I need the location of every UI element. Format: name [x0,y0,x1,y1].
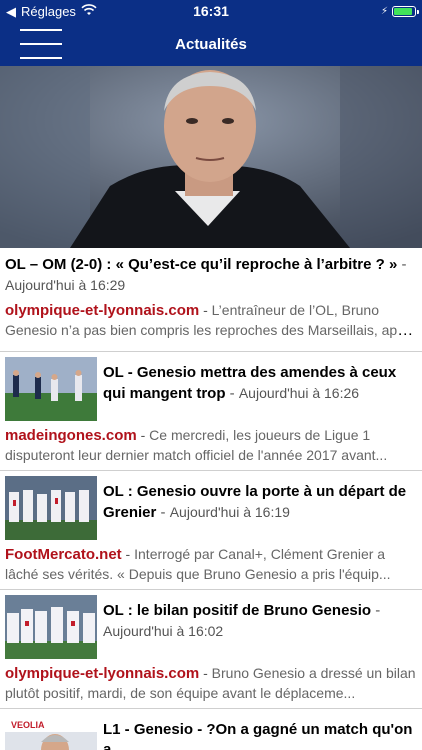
news-item[interactable]: OL : Genesio ouvre la porte à un départ … [0,472,422,590]
news-item[interactable]: VEOLIA L1 - Genesio - ?On a gagné un mat… [0,710,422,750]
featured-article-time: Aujourd'hui à 16:29 [5,277,126,293]
news-thumbnail [5,357,97,421]
back-chevron-icon[interactable]: ◀ [6,5,16,18]
news-thumbnail: VEOLIA [5,716,97,750]
hamburger-menu-icon[interactable] [20,29,62,59]
featured-article-headline[interactable]: OL – OM (2-0) : « Qu’est-ce qu’il reproc… [5,254,417,296]
featured-article-image[interactable] [0,66,422,248]
featured-article-source: olympique-et-lyonnais.com [5,302,200,319]
news-item-title: L1 - Genesio - ?On a gagné un match qu'o… [103,721,413,750]
featured-article[interactable]: OL – OM (2-0) : « Qu’est-ce qu’il reproc… [0,248,422,352]
news-item-source: madeingones.com [5,427,137,444]
status-bar: ◀ Réglages 16:31 ⚡ [0,0,422,22]
featured-article-summary: olympique-et-lyonnais.com - L’entraîneur… [5,300,417,340]
news-item-source: olympique-et-lyonnais.com [5,665,200,682]
battery-level [394,7,412,15]
featured-article-title: OL – OM (2-0) : « Qu’est-ce qu’il reproc… [5,256,398,273]
battery-icon [392,5,419,17]
news-item-time: Aujourd'hui à 16:02 [103,623,224,639]
thumbnail-sponsor-text: VEOLIA [11,720,45,730]
back-label[interactable]: Réglages [21,4,76,19]
news-item-summary: madeingones.com - Ce mercredi, les joueu… [5,427,388,463]
page-title: Actualités [175,35,247,53]
news-item-headline[interactable]: OL : Genesio ouvre la porte à un départ … [103,472,417,523]
news-item-source: FootMercato.net [5,546,122,563]
news-item[interactable]: OL - Genesio mettra des amendes à ceux q… [0,353,422,471]
news-item-summary: FootMercato.net - Interrogé par Canal+, … [5,546,391,582]
news-item-headline[interactable]: OL : le bilan positif de Bruno Genesio -… [103,591,417,642]
coach-portrait-image [0,66,422,248]
news-item-time: Aujourd'hui à 16:26 [238,385,360,401]
back-to-settings[interactable]: ◀ Réglages [6,4,97,19]
news-item-summary: olympique-et-lyonnais.com - Bruno Genesi… [5,665,416,701]
news-item[interactable]: OL : le bilan positif de Bruno Genesio -… [0,591,422,709]
news-item-time: Aujourd'hui à 16:19 [169,504,290,520]
news-thumbnail [5,476,97,540]
news-item-headline[interactable]: L1 - Genesio - ?On a gagné un match qu'o… [103,710,417,750]
charging-bolt-icon: ⚡ [380,5,388,17]
news-item-title: OL : le bilan positif de Bruno Genesio [103,602,372,619]
nav-bar: Actualités [0,22,422,66]
wifi-icon [81,3,97,19]
news-item-headline[interactable]: OL - Genesio mettra des amendes à ceux q… [103,353,417,404]
news-thumbnail [5,595,97,659]
